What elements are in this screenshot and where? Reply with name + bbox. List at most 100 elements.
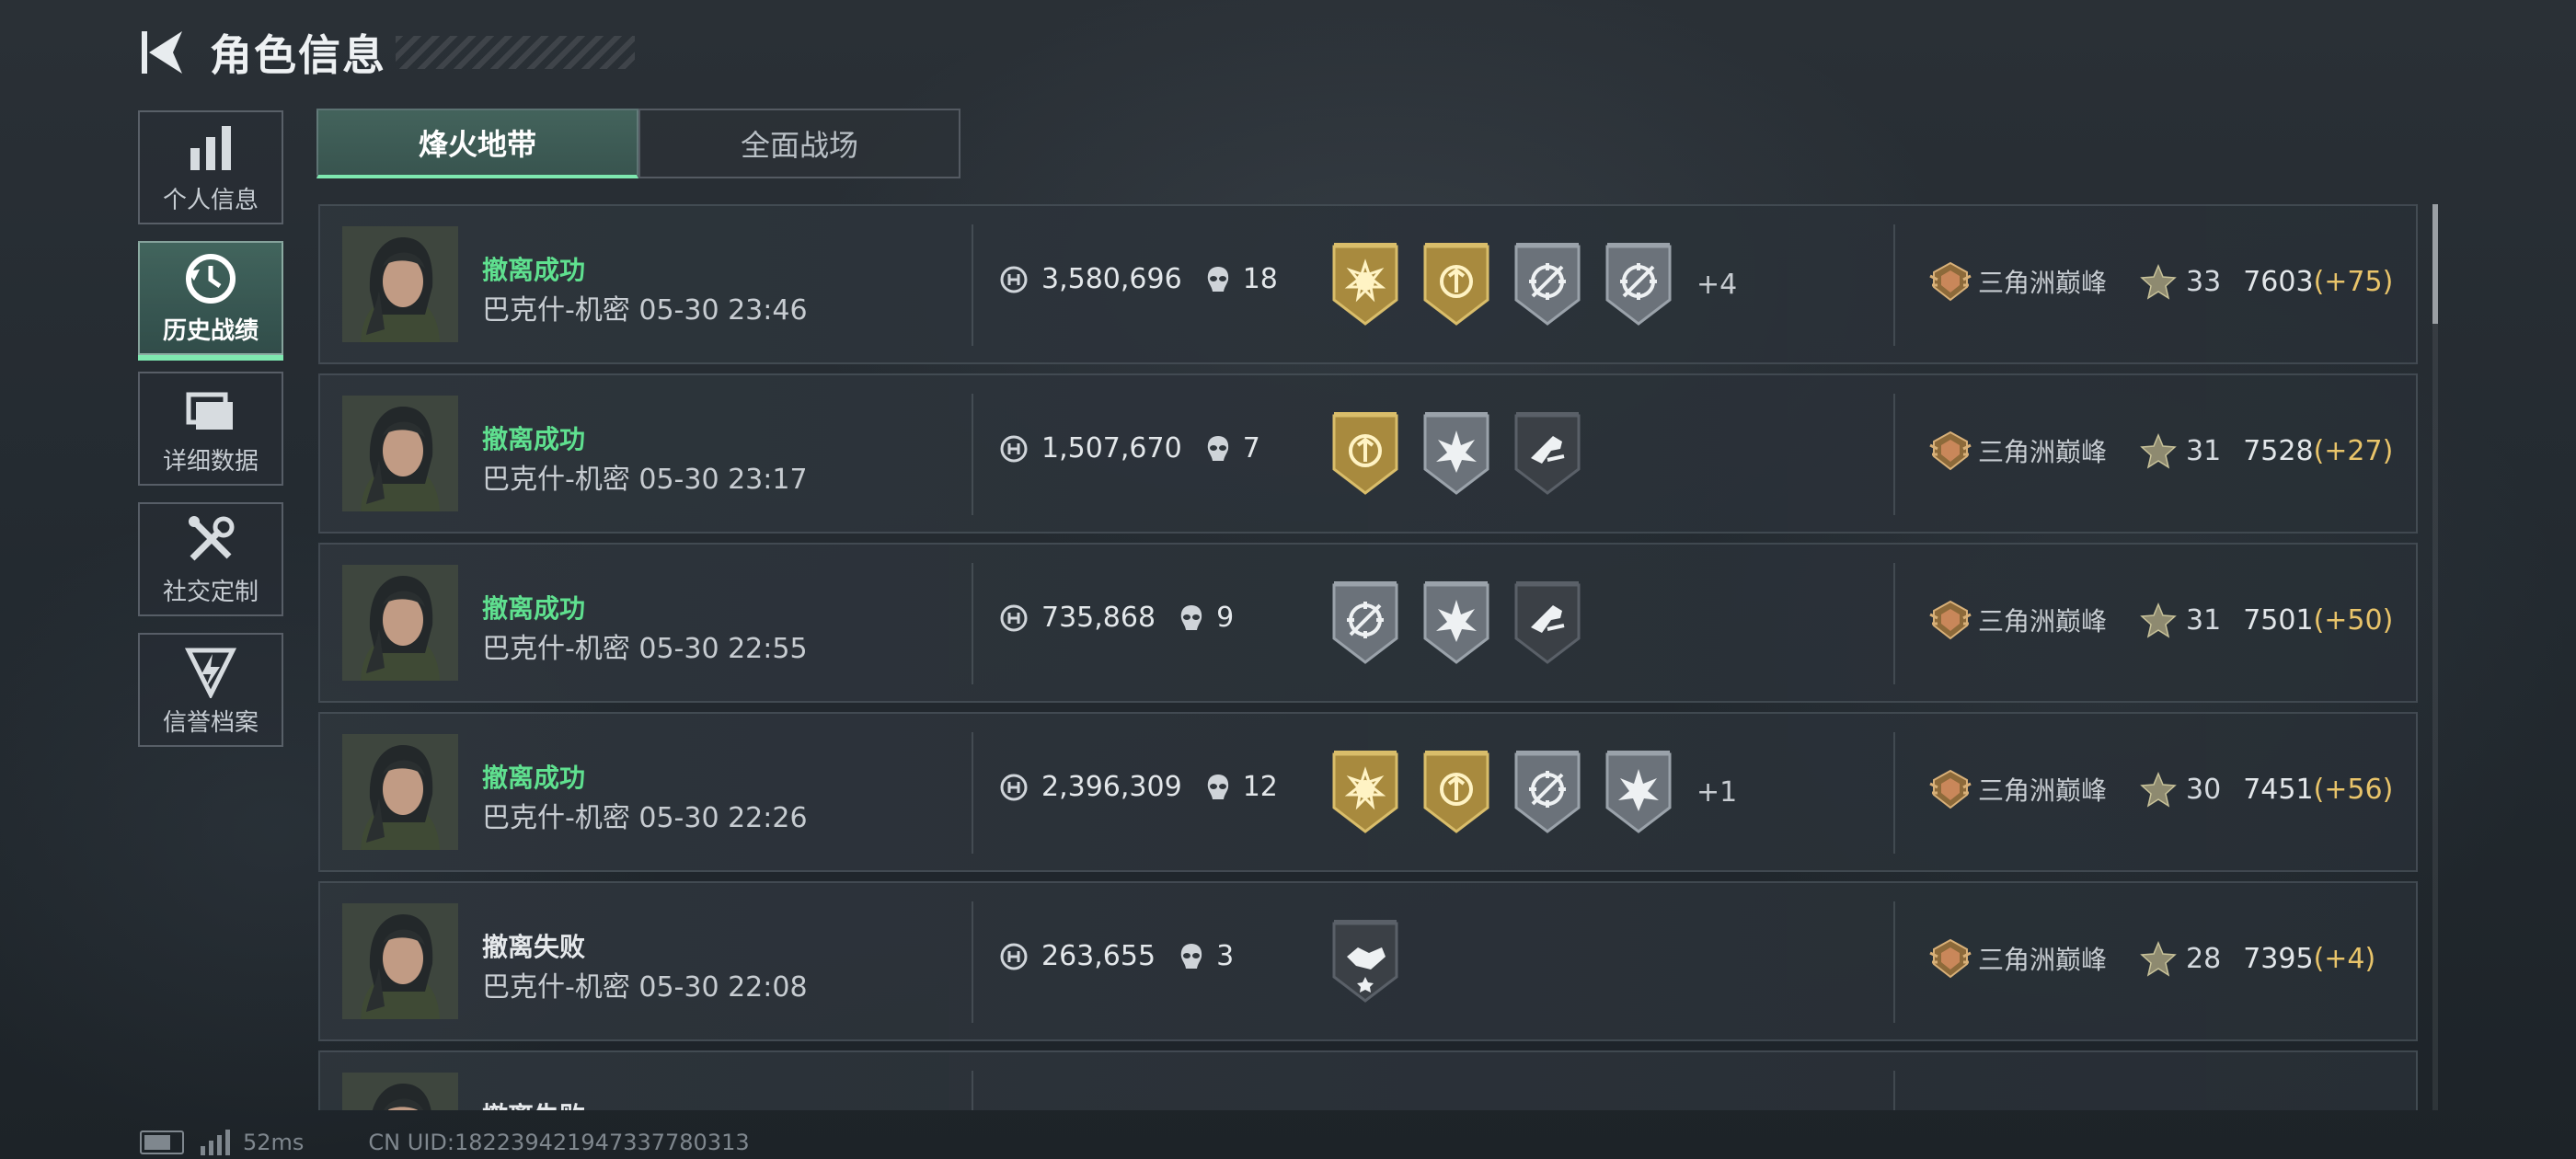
sidebar-item-label: 个人信息 xyxy=(162,186,259,214)
loot-and-kills: 3,580,696 18 xyxy=(999,263,1278,295)
achievement-badges xyxy=(1328,581,1602,664)
rank-emblem-icon xyxy=(1929,600,1972,640)
map-and-time: 巴克什-机密 05-30 23:17 xyxy=(482,456,808,497)
score-delta: (+75) xyxy=(2313,265,2394,298)
operator-avatar xyxy=(342,396,458,511)
currency-coin-icon xyxy=(1000,774,1028,800)
silver-crosshair-badge-icon[interactable] xyxy=(1511,243,1584,326)
currency-coin-icon xyxy=(1000,266,1028,293)
rank-name: 三角洲巅峰 xyxy=(1978,606,2108,637)
sidebar-item-detailed-data[interactable]: 详细数据 xyxy=(138,372,283,486)
match-record-row[interactable]: 撤离成功 巴克什-机密 05-30 22:55 735,868 9 三角洲巅峰 31 750… xyxy=(318,543,2418,703)
column-divider xyxy=(1893,394,1895,515)
title-decoration xyxy=(396,36,635,69)
operator-avatar xyxy=(342,1073,458,1110)
rank-score: 7501 xyxy=(2243,603,2314,637)
user-uid: CN UID:1822394219473377803​13 xyxy=(368,1130,750,1155)
column-divider xyxy=(972,901,973,1023)
column-divider xyxy=(1893,224,1895,346)
achievement-badges xyxy=(1328,920,1420,1003)
gold-wreath-badge-icon[interactable] xyxy=(1420,243,1493,326)
match-record-row[interactable]: 撤离失败 xyxy=(318,1050,2418,1110)
sidebar-item-social[interactable]: 社交定制 xyxy=(138,502,283,616)
silver-crosshair-badge-icon[interactable] xyxy=(1328,581,1402,664)
score-delta: (+27) xyxy=(2313,434,2394,467)
match-record-row[interactable]: 撤离成功 巴克什-机密 05-30 23:17 1,507,670 7 三角洲巅峰 31 7… xyxy=(318,373,2418,534)
dark-gun-badge-icon[interactable] xyxy=(1511,412,1584,495)
silver-burst-badge-icon[interactable] xyxy=(1602,751,1675,833)
silver-crosshair-badge-icon[interactable] xyxy=(1602,243,1675,326)
header: 角色信息 xyxy=(136,20,635,85)
rank-info: 三角洲巅峰 28 7395 (+4) xyxy=(1928,936,2375,981)
match-record-row[interactable]: 撤离失败 巴克什-机密 05-30 22:08 263,655 3 三角洲巅峰 28 739… xyxy=(318,881,2418,1041)
history-clock-icon xyxy=(186,253,236,304)
map-name: 巴克什-机密 xyxy=(482,294,630,327)
gold-sun-badge-icon[interactable] xyxy=(1328,243,1402,326)
gold-wreath-badge-icon[interactable] xyxy=(1420,751,1493,833)
match-time: 05-30 22:08 xyxy=(638,971,808,1004)
loot-value: 2,396,309 xyxy=(1041,771,1182,803)
star-level-icon xyxy=(2140,264,2177,300)
score-delta: (+4) xyxy=(2313,942,2376,975)
rank-name: 三角洲巅峰 xyxy=(1978,775,2108,806)
more-badges-count[interactable]: +1 xyxy=(1696,776,1737,809)
achievement-badges: +4 xyxy=(1328,243,1737,326)
sidebar-item-history[interactable]: 历史战绩 xyxy=(138,241,283,361)
sidebar-item-credit[interactable]: 信誉档案 xyxy=(138,633,283,747)
gold-sun-badge-icon[interactable] xyxy=(1328,751,1402,833)
silver-burst-badge-icon[interactable] xyxy=(1420,412,1493,495)
star-level-icon xyxy=(2140,941,2177,977)
rank-name: 三角洲巅峰 xyxy=(1978,945,2108,975)
extraction-status: 撤离失败 xyxy=(482,932,586,962)
map-and-time: 巴克什-机密 05-30 22:55 xyxy=(482,625,808,666)
gold-wreath-badge-icon[interactable] xyxy=(1328,412,1402,495)
match-record-row[interactable]: 撤离成功 巴克什-机密 05-30 22:26 2,396,309 12 +1 三角洲巅峰… xyxy=(318,712,2418,872)
map-name: 巴克什-机密 xyxy=(482,802,630,834)
column-divider xyxy=(972,394,973,515)
column-divider xyxy=(1893,901,1895,1023)
loot-value: 263,655 xyxy=(1041,940,1156,972)
rank-emblem-icon xyxy=(1929,769,1972,809)
map-and-time: 巴克什-机密 05-30 22:26 xyxy=(482,795,808,835)
operator-avatar xyxy=(342,903,458,1019)
dark-gun-badge-icon[interactable] xyxy=(1511,581,1584,664)
match-time: 05-30 22:55 xyxy=(638,633,808,665)
scrollbar[interactable] xyxy=(2432,204,2438,1110)
star-level: 30 xyxy=(2186,773,2222,806)
dark-handshake-badge-icon[interactable] xyxy=(1328,920,1402,1003)
match-record-row[interactable]: 撤离成功 巴克什-机密 05-30 23:46 3,580,696 18 +4 三角洲巅峰… xyxy=(318,204,2418,364)
column-divider xyxy=(1893,1071,1895,1110)
loot-and-kills: 1,507,670 7 xyxy=(999,432,1260,465)
operator-avatar xyxy=(342,226,458,342)
rank-emblem-icon xyxy=(1929,261,1972,302)
sidebar-item-label: 历史战绩 xyxy=(162,316,259,345)
loot-value: 735,868 xyxy=(1041,602,1156,634)
map-name: 巴克什-机密 xyxy=(482,971,630,1004)
status-footer: 52ms CN UID:1822394219473377803​13 xyxy=(140,1130,750,1155)
extraction-status: 撤离成功 xyxy=(482,763,586,793)
tab-warzone[interactable]: 烽火地带 xyxy=(316,109,638,178)
loot-and-kills: 263,655 3 xyxy=(999,940,1234,972)
rank-info: 三角洲巅峰 30 7451 (+56) xyxy=(1928,767,2393,811)
back-button[interactable] xyxy=(136,20,191,85)
kill-count: 18 xyxy=(1242,263,1278,295)
skull-kills-icon xyxy=(1207,774,1228,799)
scrollbar-thumb[interactable] xyxy=(2432,204,2438,324)
rank-name: 三角洲巅峰 xyxy=(1978,268,2108,298)
silver-crosshair-badge-icon[interactable] xyxy=(1511,751,1584,833)
star-level: 31 xyxy=(2186,434,2222,467)
loot-and-kills: 2,396,309 12 xyxy=(999,771,1278,803)
silver-burst-badge-icon[interactable] xyxy=(1420,581,1493,664)
skull-kills-icon xyxy=(1207,435,1228,461)
sidebar-item-personal-info[interactable]: 个人信息 xyxy=(138,110,283,224)
more-badges-count[interactable]: +4 xyxy=(1696,269,1737,301)
tab-full-battlefield[interactable]: 全面战场 xyxy=(638,109,960,178)
column-divider xyxy=(972,224,973,346)
skull-kills-icon xyxy=(1180,604,1202,630)
rank-info: 三角洲巅峰 31 7528 (+27) xyxy=(1928,429,2393,473)
extraction-status: 撤离成功 xyxy=(482,255,586,285)
map-and-time: 巴克什-机密 05-30 22:08 xyxy=(482,964,808,1004)
extraction-status: 撤离成功 xyxy=(482,424,586,454)
match-time: 05-30 23:17 xyxy=(638,464,808,496)
back-arrow-icon xyxy=(142,31,182,74)
